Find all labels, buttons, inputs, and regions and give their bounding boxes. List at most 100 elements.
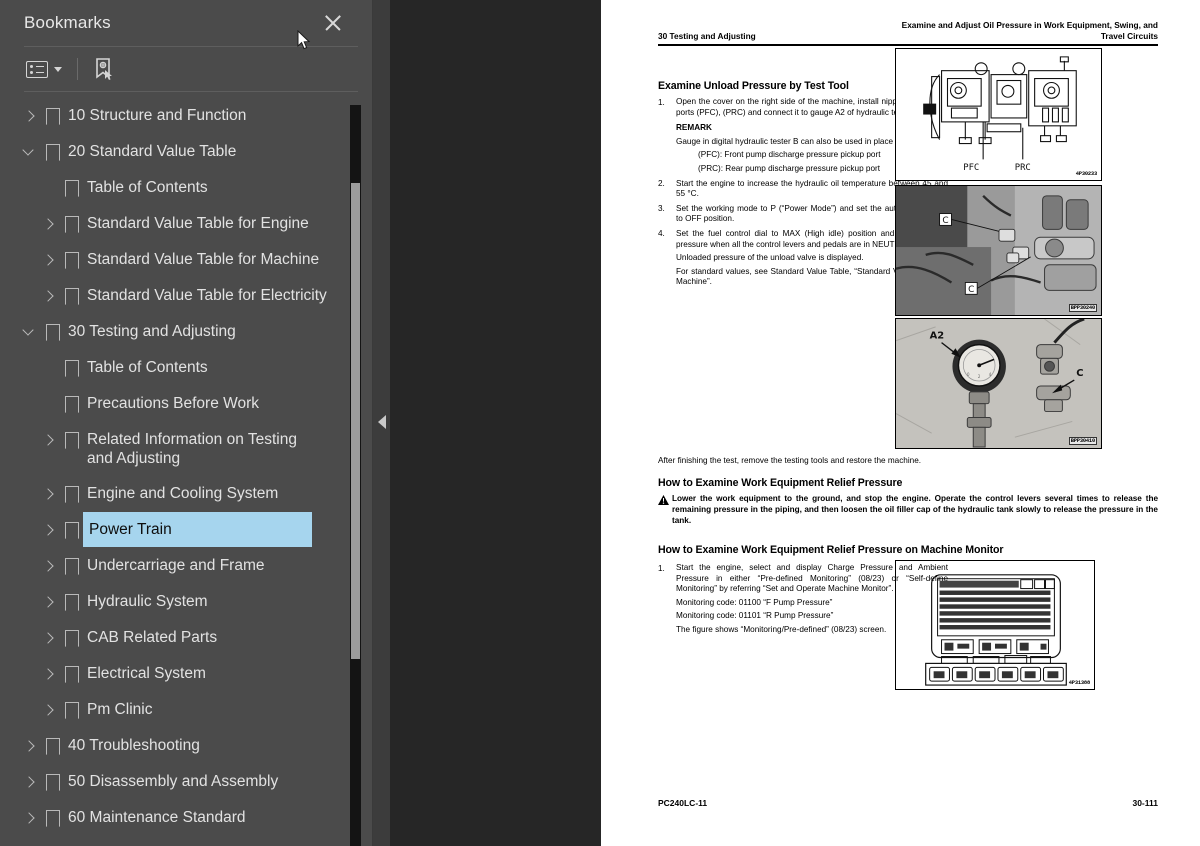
bookmark-item-label: Hydraulic System <box>87 593 208 610</box>
figure-code: BPP30410 <box>1068 437 1097 445</box>
bookmark-item[interactable]: Table of Contents <box>0 170 372 206</box>
bookmark-item-label: Engine and Cooling System <box>87 485 279 502</box>
svg-text:PRC: PRC <box>1015 163 1031 173</box>
chevron-right-icon[interactable] <box>39 656 59 692</box>
chevron-down-icon[interactable] <box>20 314 40 350</box>
bookmark-item[interactable]: Undercarriage and Frame <box>0 548 372 584</box>
chevron-right-icon[interactable] <box>39 512 59 548</box>
bookmark-item[interactable]: 60 Maintenance Standard <box>0 800 372 836</box>
bookmarks-panel: Bookmarks 10 Structure and Function 20 S… <box>0 0 373 846</box>
bookmark-icon <box>40 134 64 170</box>
bookmark-icon <box>59 548 83 584</box>
bookmark-icon <box>59 206 83 242</box>
chevron-right-icon[interactable] <box>39 692 59 728</box>
chevron-right-icon[interactable] <box>39 620 59 656</box>
bookmark-item[interactable]: 30 Testing and Adjusting <box>0 314 372 350</box>
bookmark-icon <box>59 278 83 314</box>
section-relief-pressure: How to Examine Work Equipment Relief Pre… <box>658 477 1158 526</box>
bookmark-item[interactable]: Related Information on Testing and Adjus… <box>0 422 372 476</box>
twisty-spacer <box>39 386 59 422</box>
list-options-icon <box>26 60 48 78</box>
figure-code: 4P30233 <box>1075 171 1097 177</box>
collapse-panel-arrow-icon[interactable] <box>378 415 386 429</box>
bookmark-icon <box>40 800 64 836</box>
pdf-reader-window: Bookmarks 10 Structure and Function 20 S… <box>0 0 1200 846</box>
bookmark-item[interactable]: Engine and Cooling System <box>0 476 372 512</box>
step-number: 4. <box>658 229 665 239</box>
chevron-right-icon[interactable] <box>20 836 40 846</box>
bookmark-icon <box>59 170 83 206</box>
bookmark-icon <box>59 512 83 548</box>
bookmark-item-label: Table of Contents <box>87 359 208 376</box>
warning-triangle-icon <box>658 494 672 526</box>
bookmark-item-label: Power Train <box>82 511 313 548</box>
bookmark-icon <box>59 242 83 278</box>
chevron-right-icon[interactable] <box>39 278 59 314</box>
bookmark-item-label: 90 Appendix <box>64 836 153 846</box>
chevron-right-icon[interactable] <box>39 476 59 512</box>
bookmark-item-label: Precautions Before Work <box>87 395 260 412</box>
bookmark-icon <box>59 584 83 620</box>
svg-text:PFC: PFC <box>963 163 979 173</box>
bookmark-item-label: 30 Testing and Adjusting <box>68 323 236 340</box>
bookmark-icon <box>59 620 83 656</box>
bookmark-item[interactable]: Power Train <box>0 511 372 548</box>
bookmark-item[interactable]: Hydraulic System <box>0 584 372 620</box>
toolbar-divider-rule <box>24 91 358 92</box>
chevron-right-icon[interactable] <box>20 728 40 764</box>
close-icon[interactable] <box>320 10 346 36</box>
bookmark-item[interactable]: 90 Appendix <box>0 836 372 846</box>
step-number: 3. <box>658 204 665 214</box>
bookmark-item[interactable]: 20 Standard Value Table <box>0 134 372 170</box>
bookmark-item[interactable]: CAB Related Parts <box>0 620 372 656</box>
bookmarks-tree[interactable]: 10 Structure and Function 20 Standard Val… <box>0 94 372 846</box>
page-header-right-line1: Examine and Adjust Oil Pressure in Work … <box>901 20 1158 30</box>
bookmark-icon <box>40 314 64 350</box>
chevron-right-icon[interactable] <box>39 548 59 584</box>
bookmarks-panel-title: Bookmarks <box>24 13 111 32</box>
bookmark-icon <box>59 350 83 386</box>
new-bookmark-icon <box>96 58 112 80</box>
bookmarks-scrollbar-thumb[interactable] <box>351 183 360 659</box>
chevron-right-icon[interactable] <box>20 800 40 836</box>
chevron-right-icon[interactable] <box>20 764 40 800</box>
chevron-down-icon <box>54 66 62 72</box>
chevron-down-icon[interactable] <box>20 134 40 170</box>
svg-text:A2: A2 <box>930 331 945 342</box>
chevron-right-icon[interactable] <box>39 206 59 242</box>
bookmark-item[interactable]: Electrical System <box>0 656 372 692</box>
chevron-right-icon[interactable] <box>20 98 40 134</box>
chevron-right-icon[interactable] <box>39 242 59 278</box>
steps-wrap-monitor: 1. Start the engine, select and display C… <box>658 563 948 640</box>
bookmark-item-label: 60 Maintenance Standard <box>68 809 246 826</box>
bookmark-item-label: 50 Disassembly and Assembly <box>68 773 279 790</box>
page-header-left: 30 Testing and Adjusting <box>658 31 756 41</box>
bookmark-options-button[interactable] <box>24 54 64 84</box>
bookmarks-scrollbar[interactable] <box>350 105 361 846</box>
bookmark-icon <box>40 98 64 134</box>
pdf-page: 30 Testing and Adjusting Examine and Adj… <box>601 0 1200 846</box>
figure-code: BPP30240 <box>1068 304 1097 312</box>
bookmarks-toolbar <box>0 47 372 91</box>
bookmark-item[interactable]: Table of Contents <box>0 350 372 386</box>
bookmark-item[interactable]: Standard Value Table for Engine <box>0 206 372 242</box>
new-bookmark-button[interactable] <box>91 54 117 84</box>
bookmark-item[interactable]: 40 Troubleshooting <box>0 728 372 764</box>
bookmark-item-label: Standard Value Table for Electricity <box>87 287 327 304</box>
section-heading-relief-pressure: How to Examine Work Equipment Relief Pre… <box>658 477 903 489</box>
pdf-viewer-area[interactable]: 30 Testing and Adjusting Examine and Adj… <box>390 0 1200 846</box>
step-text: Start the engine, select and display Cha… <box>676 563 948 636</box>
bookmark-item[interactable]: 10 Structure and Function <box>0 98 372 134</box>
step-paragraph: The figure shows “Monitoring/Pre-defined… <box>676 624 887 634</box>
panel-splitter[interactable] <box>373 0 390 846</box>
chevron-right-icon[interactable] <box>39 584 59 620</box>
bookmark-item[interactable]: 50 Disassembly and Assembly <box>0 764 372 800</box>
bookmark-item-label: CAB Related Parts <box>87 629 218 646</box>
bookmark-item[interactable]: Pm Clinic <box>0 692 372 728</box>
chevron-right-icon[interactable] <box>39 422 59 458</box>
bookmark-icon <box>59 656 83 692</box>
bookmark-item[interactable]: Precautions Before Work <box>0 386 372 422</box>
bookmark-item[interactable]: Standard Value Table for Machine <box>0 242 372 278</box>
bookmark-item[interactable]: Standard Value Table for Electricity <box>0 278 372 314</box>
svg-text:C: C <box>1076 368 1083 379</box>
